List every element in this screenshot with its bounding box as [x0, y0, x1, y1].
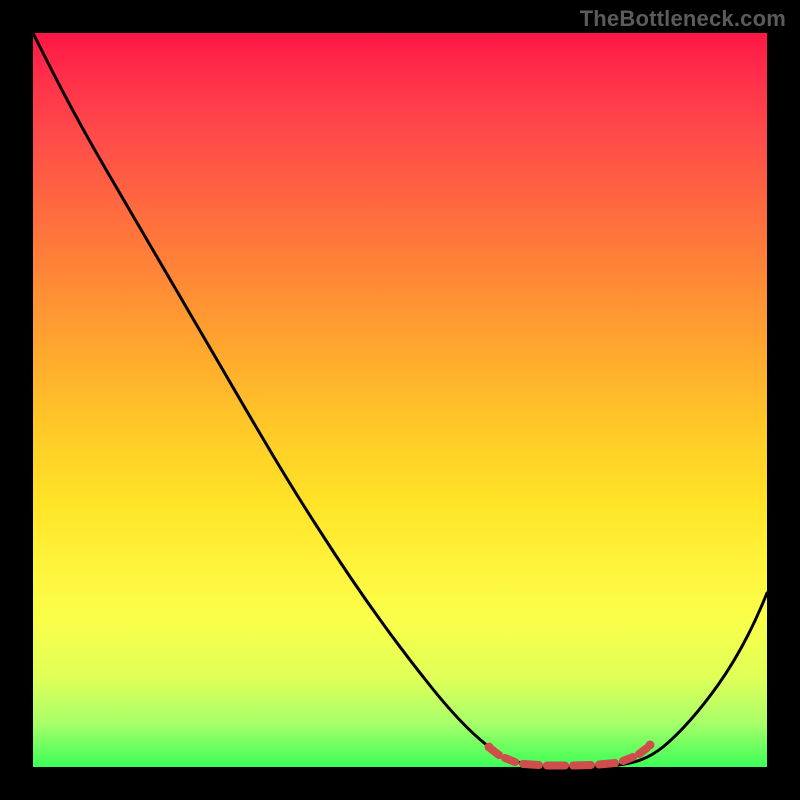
watermark-text: TheBottleneck.com: [580, 6, 786, 32]
chart-frame: TheBottleneck.com: [0, 0, 800, 800]
bottleneck-curve: [33, 33, 767, 767]
optimal-band: [485, 741, 655, 766]
plot-area: [33, 33, 767, 767]
curve-layer: [33, 33, 767, 767]
